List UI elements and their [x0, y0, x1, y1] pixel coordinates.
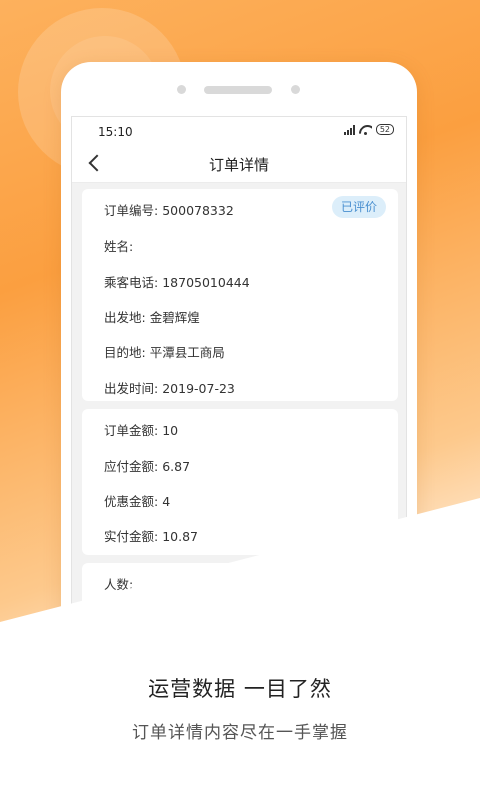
field-label: 应付金额: — [104, 459, 159, 474]
field-order-number: 订单编号: 500078332 — [104, 200, 234, 219]
field-passenger-phone: 乘客电话: 18705010444 — [104, 272, 250, 291]
speaker-grille — [204, 86, 272, 94]
field-order-amount: 订单金额: 10 — [104, 420, 178, 439]
status-time: 15:10 — [98, 125, 133, 139]
field-payable-amount: 应付金额: 6.87 — [104, 456, 190, 475]
status-badge: 已评价 — [331, 196, 386, 218]
page-title: 订单详情 — [208, 156, 269, 174]
sensor-dot-icon — [291, 85, 300, 94]
field-destination: 目的地: 平潭县工商局 — [104, 342, 225, 361]
field-label: 实付金额: — [104, 529, 159, 544]
field-value: 500078332 — [162, 203, 234, 218]
field-value: 18705010444 — [162, 275, 250, 290]
status-bar: 15:10 52 — [72, 117, 406, 143]
nav-bar: 订单详情 — [72, 143, 406, 183]
promo-headline: 运营数据 一目了然 — [148, 677, 332, 701]
front-camera-icon — [177, 85, 186, 94]
field-name: 姓名: — [104, 236, 137, 255]
field-discount-amount: 优惠金额: 4 — [104, 491, 170, 510]
promo-subline: 订单详情内容尽在一手掌握 — [132, 723, 348, 743]
wifi-icon — [359, 125, 372, 135]
field-paid-amount: 实付金额: 10.87 — [104, 526, 198, 545]
field-label: 姓名: — [104, 239, 134, 254]
signal-icon — [343, 124, 355, 135]
field-label: 优惠金额: — [104, 494, 159, 509]
field-value: 金碧辉煌 — [149, 310, 200, 325]
field-departure-time: 出发时间: 2019-07-23 — [104, 378, 235, 397]
field-value: 平潭县工商局 — [149, 345, 225, 360]
field-value: 4 — [162, 494, 171, 509]
order-info-card: 已评价 订单编号: 500078332 姓名: 乘客电话: 18705010444 … — [82, 189, 398, 401]
field-label: 乘客电话: — [104, 275, 159, 290]
field-label: 出发时间: — [104, 381, 159, 396]
status-icons: 52 — [343, 124, 394, 135]
field-value: 2019-07-23 — [162, 381, 235, 396]
field-departure: 出发地: 金碧辉煌 — [104, 307, 200, 326]
battery-icon: 52 — [375, 124, 394, 135]
field-label: 出发地: — [104, 310, 146, 325]
field-value: 10.87 — [162, 529, 199, 544]
field-label: 目的地: — [104, 345, 146, 360]
field-label: 订单编号: — [104, 203, 159, 218]
field-value: 6.87 — [162, 459, 191, 474]
field-label: 订单金额: — [104, 423, 159, 438]
field-value: 10 — [162, 423, 179, 438]
